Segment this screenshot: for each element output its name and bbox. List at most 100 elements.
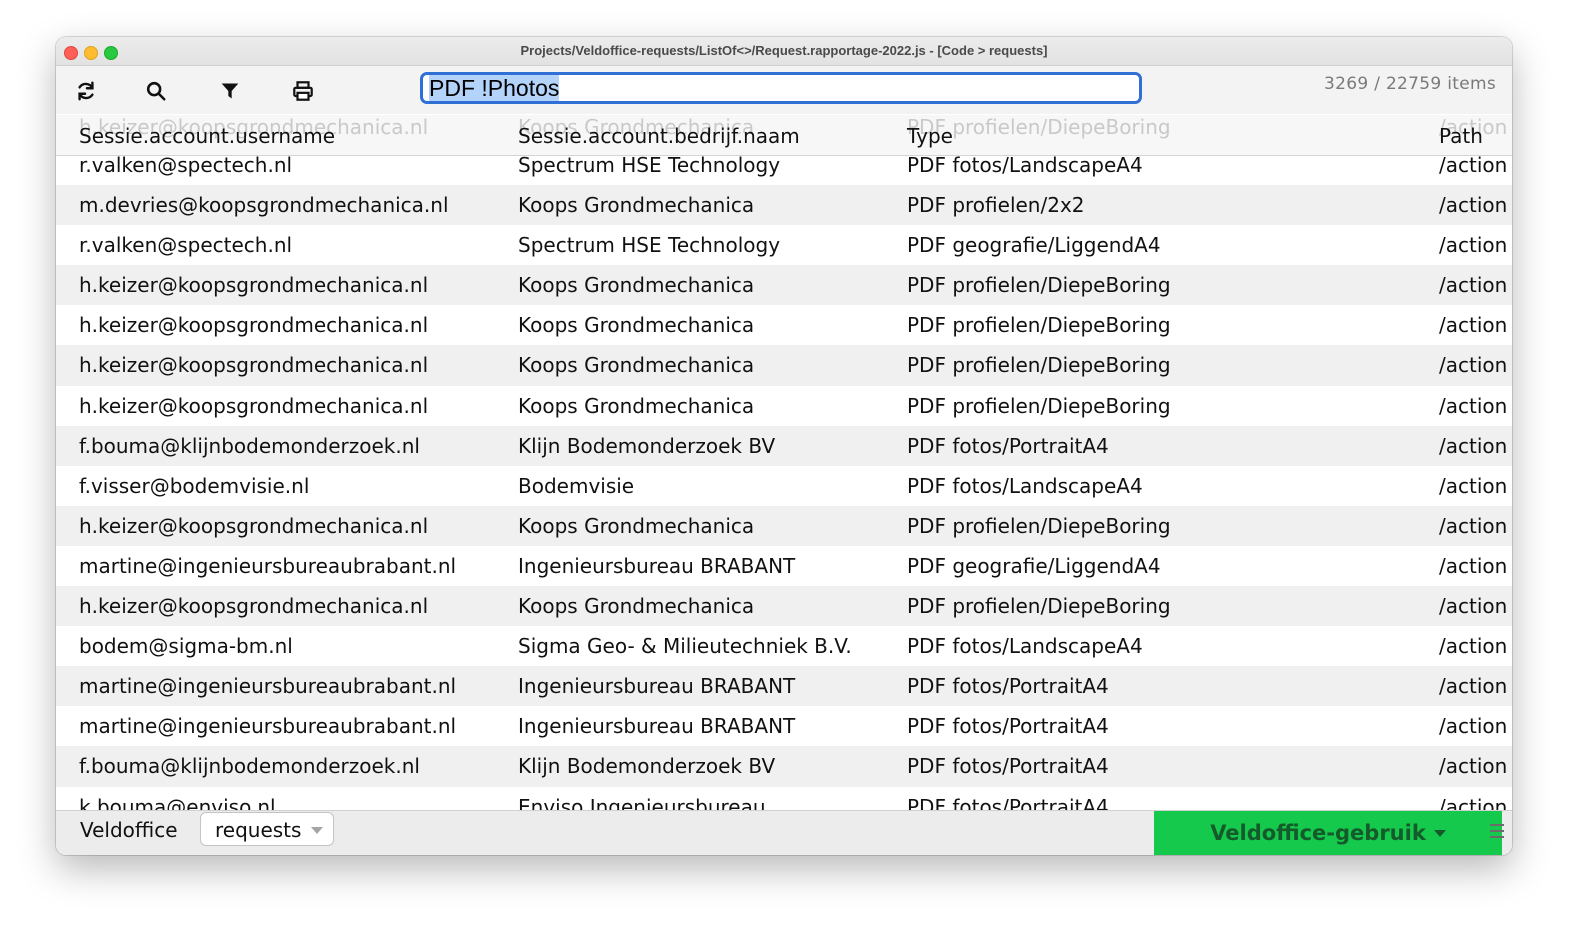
cell-company: Koops Grondmechanica xyxy=(518,313,755,338)
cell-company: Klijn Bodemonderzoek BV xyxy=(518,754,776,779)
table-row[interactable]: f.bouma@klijnbodemonderzoek.nl Klijn Bode… xyxy=(56,425,1512,466)
cell-username: r.valken@spectech.nl xyxy=(79,153,293,177)
print-icon[interactable] xyxy=(289,78,317,104)
cell-type: PDF profielen/DiepeBoring xyxy=(907,273,1171,298)
cell-username: f.bouma@klijnbodemonderzoek.nl xyxy=(79,754,420,779)
cell-type: PDF profielen/DiepeBoring xyxy=(907,313,1171,338)
cell-path: /action xyxy=(1439,714,1508,739)
cell-type: PDF fotos/PortraitA4 xyxy=(907,754,1109,779)
column-header-username[interactable]: Sessie.account.username xyxy=(79,124,335,148)
cell-path: /action xyxy=(1439,273,1508,298)
title-bar: Projects/Veldoffice-requests/ListOf<>/Re… xyxy=(56,37,1512,66)
item-count: 3269 / 22759 items xyxy=(1324,74,1496,94)
cell-type: PDF fotos/PortraitA4 xyxy=(907,433,1109,458)
status-bar: Veldoffice requests Veldoffice-gebruik xyxy=(56,810,1512,855)
cell-username: martine@ingenieursbureaubrabant.nl xyxy=(79,714,457,739)
cell-company: Ingenieursbureau BRABANT xyxy=(518,714,796,739)
cell-company: Koops Grondmechanica xyxy=(518,594,755,619)
cell-path: /action xyxy=(1439,553,1508,578)
filter-icon[interactable] xyxy=(216,78,244,104)
search-icon[interactable] xyxy=(142,78,170,104)
column-header-path[interactable]: Path xyxy=(1439,124,1483,148)
cell-type: PDF profielen/DiepeBoring xyxy=(907,393,1171,418)
cell-path: /action xyxy=(1439,433,1508,458)
cell-type: PDF fotos/PortraitA4 xyxy=(907,794,1109,812)
cell-type: PDF fotos/LandscapeA4 xyxy=(907,153,1143,177)
cell-company: Klijn Bodemonderzoek BV xyxy=(518,433,776,458)
cell-username: h.keizer@koopsgrondmechanica.nl xyxy=(79,313,429,338)
cell-type: PDF fotos/LandscapeA4 xyxy=(907,634,1143,659)
cell-company: Bodemvisie xyxy=(518,473,635,498)
cell-type: PDF profielen/DiepeBoring xyxy=(907,353,1171,378)
cell-path: /action xyxy=(1439,353,1508,378)
cell-username: m.devries@koopsgrondmechanica.nl xyxy=(79,193,449,218)
table-row[interactable]: martine@ingenieursbureaubrabant.nl Ingeni… xyxy=(56,666,1512,707)
table-row[interactable]: k.bouma@enviso.nl Enviso Ingenieursbureau… xyxy=(56,787,1512,812)
cell-path: /action xyxy=(1439,233,1508,258)
cell-username: k.bouma@enviso.nl xyxy=(79,794,276,812)
view-selector-label: Veldoffice-gebruik xyxy=(1210,821,1426,845)
toolbar: 3269 / 22759 items xyxy=(56,66,1512,114)
cell-path: /action xyxy=(1439,313,1508,338)
cell-type: PDF fotos/PortraitA4 xyxy=(907,714,1109,739)
cell-path: /action xyxy=(1439,153,1508,177)
cell-company: Koops Grondmechanica xyxy=(518,353,755,378)
results-table[interactable]: h.keizer@koopsgrondmechanica.nl Koops Gr… xyxy=(56,115,1512,811)
cell-type: PDF profielen/DiepeBoring xyxy=(907,513,1171,538)
column-header-type[interactable]: Type xyxy=(907,124,953,148)
cell-username: martine@ingenieursbureaubrabant.nl xyxy=(79,553,457,578)
chevron-down-icon xyxy=(311,827,323,834)
cell-path: /action xyxy=(1439,594,1508,619)
hamburger-icon[interactable] xyxy=(1490,824,1504,840)
cell-username: h.keizer@koopsgrondmechanica.nl xyxy=(79,594,429,619)
table-row[interactable]: r.valken@spectech.nl Spectrum HSE Technol… xyxy=(56,225,1512,265)
cell-path: /action xyxy=(1439,754,1508,779)
cell-company: Spectrum HSE Technology xyxy=(518,153,781,177)
table-row[interactable]: f.visser@bodemvisie.nl Bodemvisie PDF foto… xyxy=(56,466,1512,506)
table-row[interactable]: h.keizer@koopsgrondmechanica.nl Koops Gro… xyxy=(56,305,1512,345)
workspace-label: Veldoffice xyxy=(80,818,178,842)
table-body: r.valken@spectech.nl Spectrum HSE Technol… xyxy=(56,145,1512,811)
cell-type: PDF profielen/2x2 xyxy=(907,193,1085,218)
cell-path: /action xyxy=(1439,193,1508,218)
collection-select[interactable]: requests xyxy=(200,812,334,846)
window-title: Projects/Veldoffice-requests/ListOf<>/Re… xyxy=(520,43,1048,58)
table-row[interactable]: h.keizer@koopsgrondmechanica.nl Koops Gro… xyxy=(56,505,1512,546)
table-row[interactable]: h.keizer@koopsgrondmechanica.nl Koops Gro… xyxy=(56,386,1512,426)
cell-company: Koops Grondmechanica xyxy=(518,273,755,298)
cell-company: Koops Grondmechanica xyxy=(518,393,755,418)
table-row[interactable]: h.keizer@koopsgrondmechanica.nl Koops Gro… xyxy=(56,345,1512,386)
table-row[interactable]: bodem@sigma-bm.nl Sigma Geo- & Milieutech… xyxy=(56,626,1512,666)
cell-username: f.bouma@klijnbodemonderzoek.nl xyxy=(79,433,420,458)
table-row[interactable]: martine@ingenieursbureaubrabant.nl Ingeni… xyxy=(56,546,1512,586)
cell-type: PDF fotos/LandscapeA4 xyxy=(907,473,1143,498)
app-window: Projects/Veldoffice-requests/ListOf<>/Re… xyxy=(56,37,1512,855)
cell-company: Enviso Ingenieursbureau xyxy=(518,794,766,812)
cell-path: /action xyxy=(1439,473,1508,498)
cell-type: PDF geografie/LiggendA4 xyxy=(907,553,1161,578)
cell-path: /action xyxy=(1439,634,1508,659)
cell-username: h.keizer@koopsgrondmechanica.nl xyxy=(79,393,429,418)
cell-username: martine@ingenieursbureaubrabant.nl xyxy=(79,674,457,699)
cell-company: Sigma Geo- & Milieutechniek B.V. xyxy=(518,634,852,659)
cell-username: h.keizer@koopsgrondmechanica.nl xyxy=(79,353,429,378)
cell-username: f.visser@bodemvisie.nl xyxy=(79,473,310,498)
table-row[interactable]: martine@ingenieursbureaubrabant.nl Ingeni… xyxy=(56,706,1512,746)
table-row[interactable]: h.keizer@koopsgrondmechanica.nl Koops Gro… xyxy=(56,265,1512,306)
cell-type: PDF geografie/LiggendA4 xyxy=(907,233,1161,258)
table-row[interactable]: m.devries@koopsgrondmechanica.nl Koops Gr… xyxy=(56,185,1512,226)
view-selector-button[interactable]: Veldoffice-gebruik xyxy=(1154,811,1502,855)
column-header-company[interactable]: Sessie.account.bedrijf.naam xyxy=(518,124,800,148)
table-row[interactable]: f.bouma@klijnbodemonderzoek.nl Klijn Bode… xyxy=(56,746,1512,787)
cell-company: Ingenieursbureau BRABANT xyxy=(518,674,796,699)
cell-username: r.valken@spectech.nl xyxy=(79,233,293,258)
cell-type: PDF fotos/PortraitA4 xyxy=(907,674,1109,699)
refresh-icon[interactable] xyxy=(72,78,100,104)
table-row[interactable]: h.keizer@koopsgrondmechanica.nl Koops Gro… xyxy=(56,586,1512,627)
cell-path: /action xyxy=(1439,393,1508,418)
collection-select-value: requests xyxy=(215,818,302,842)
cell-path: /action xyxy=(1439,794,1508,812)
cell-type: PDF profielen/DiepeBoring xyxy=(907,594,1171,619)
cell-username: h.keizer@koopsgrondmechanica.nl xyxy=(79,273,429,298)
search-input[interactable] xyxy=(420,72,1142,104)
